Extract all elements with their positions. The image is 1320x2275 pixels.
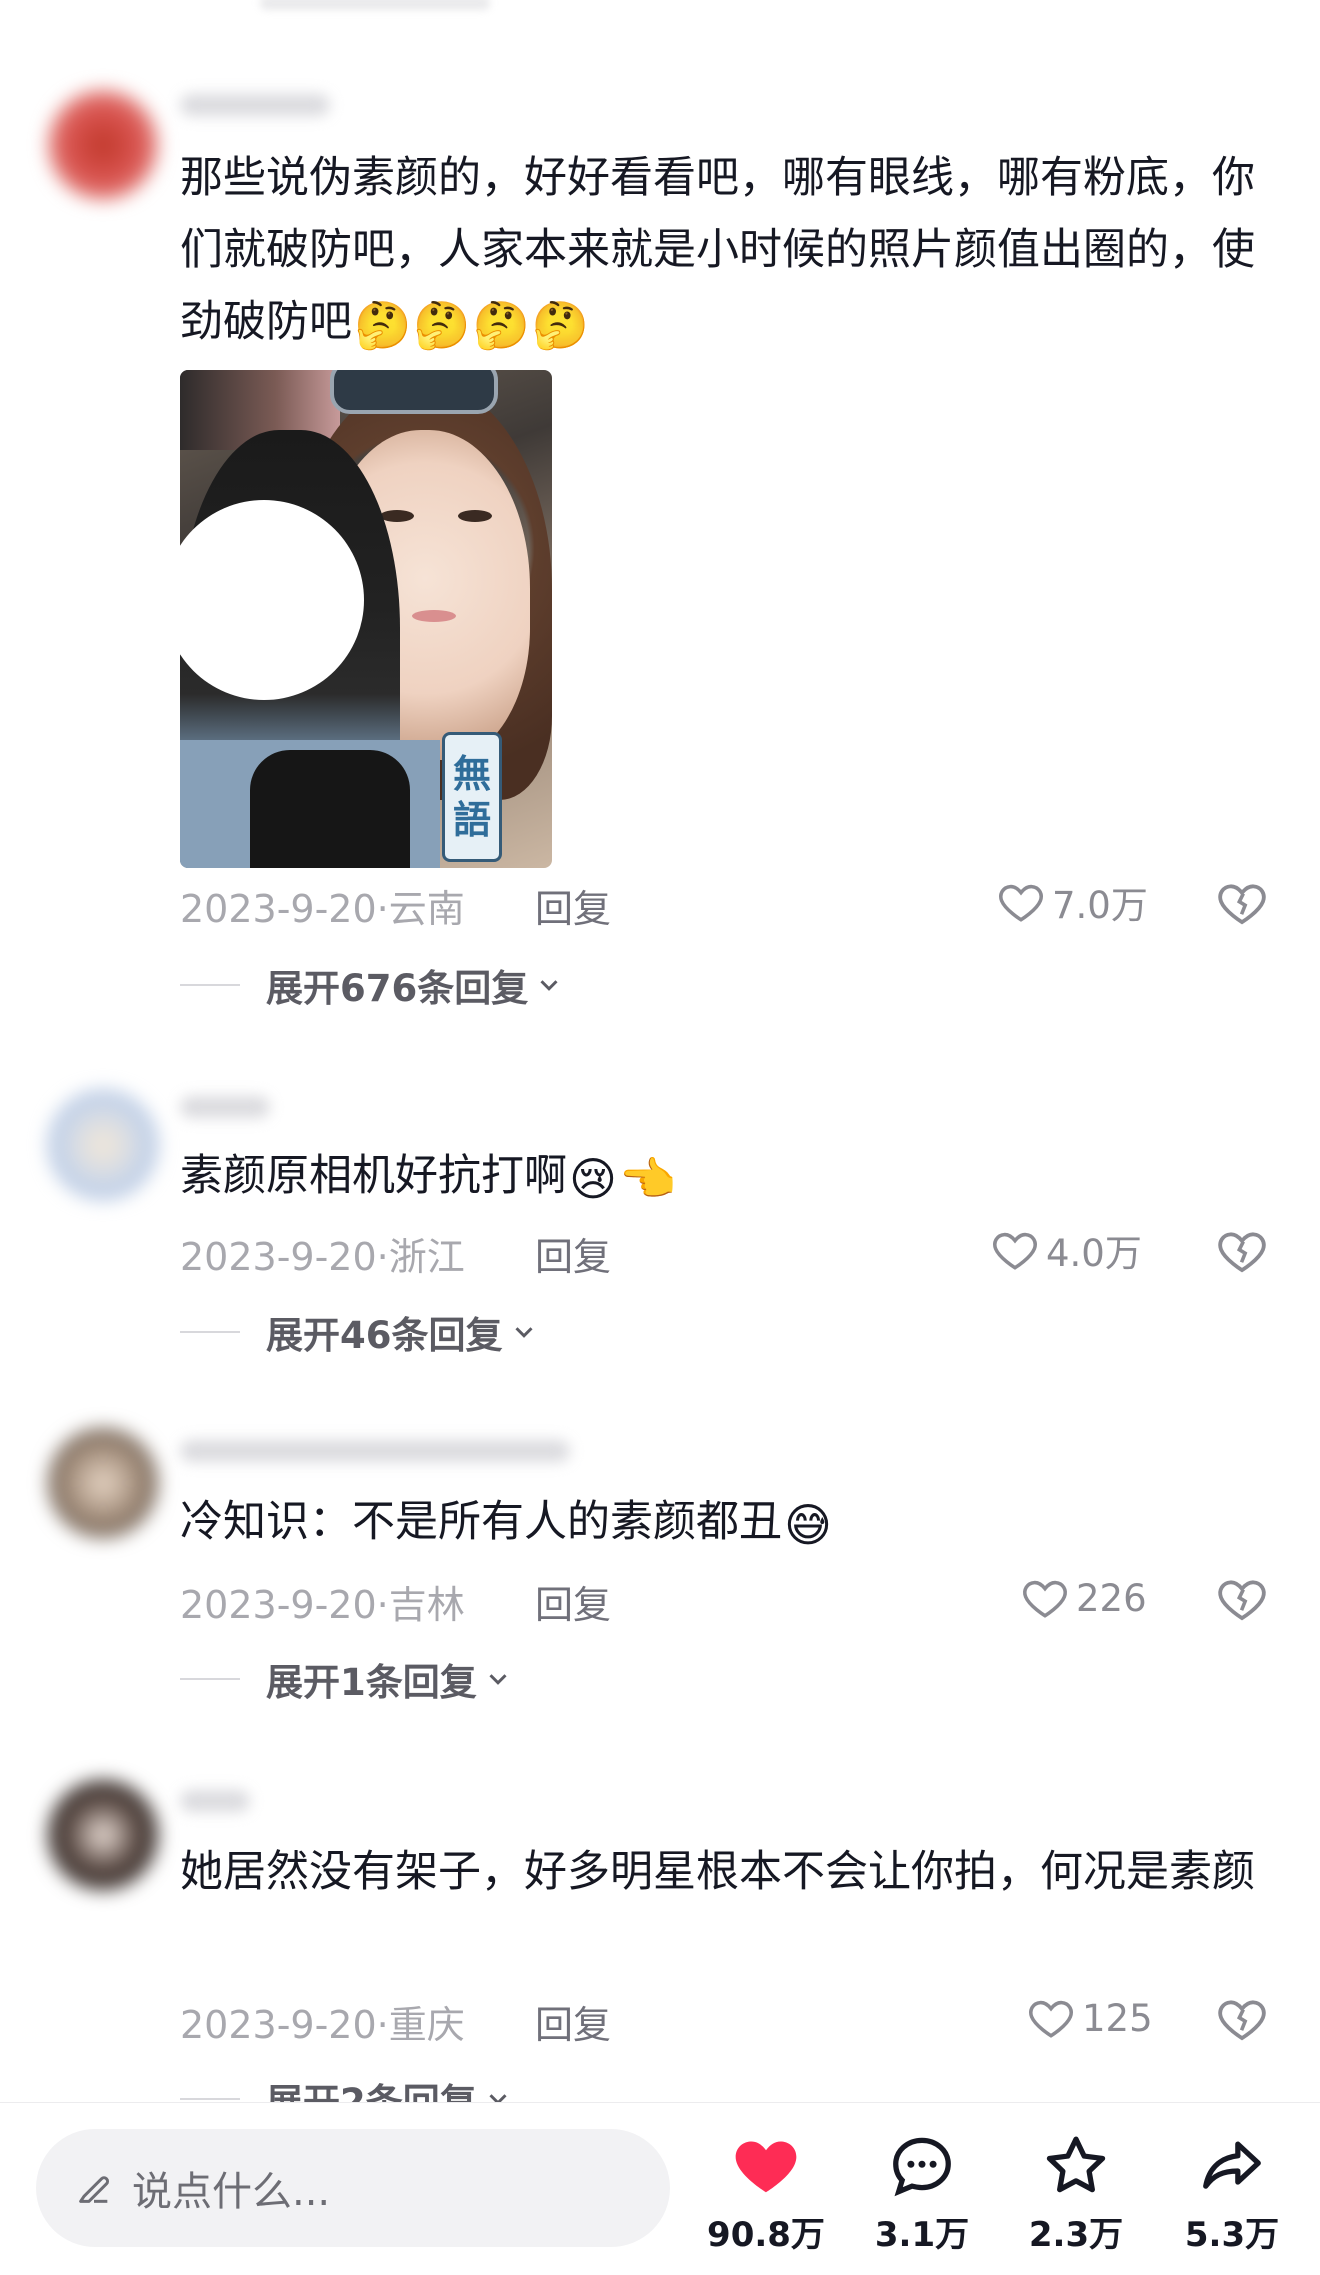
- divider-line: [180, 2098, 240, 2100]
- divider-line: [180, 984, 240, 986]
- photo-eye: [380, 510, 414, 522]
- username[interactable]: [180, 1440, 570, 1462]
- comment-meta: 2023-9-20·浙江: [180, 1235, 465, 1279]
- pointing-hand-emoji-icon: 👈: [618, 1151, 677, 1206]
- chevron-down-icon: [514, 1327, 533, 1338]
- comment-text-content: 她居然没有架子，好多明星根本不会让你拍，何况是素颜: [180, 1847, 1255, 1897]
- reply-button[interactable]: 回复: [535, 1574, 611, 1629]
- thinking-emoji-icon: 🤔: [531, 297, 590, 352]
- like-button[interactable]: 7.0万: [996, 872, 1148, 932]
- expand-replies-label: 展开46条回复: [266, 1314, 503, 1357]
- share-count: 5.3万: [1184, 2215, 1280, 2255]
- comment-image[interactable]: 無 語: [180, 370, 552, 868]
- photo-shirt-dark: [250, 750, 410, 868]
- comment-date: 2023-9-20: [180, 1583, 377, 1627]
- comment-text-content: 素颜原相机好抗打啊: [180, 1151, 567, 1201]
- username[interactable]: [180, 94, 330, 116]
- comment-input[interactable]: 说点什么...: [36, 2129, 670, 2247]
- share-action[interactable]: 5.3万: [1172, 2131, 1292, 2256]
- comment-date: 2023-9-20: [180, 887, 377, 931]
- expand-replies-label: 展开676条回复: [266, 967, 529, 1010]
- thinking-emoji-icon: 🤔: [354, 297, 412, 352]
- favorite-count: 2.3万: [1028, 2215, 1124, 2255]
- dislike-broken-heart-icon[interactable]: [1215, 1572, 1269, 1626]
- comment-text-content: 那些说伪素颜的，好好看看吧，哪有眼线，哪有粉底，你们就破防吧，人家本来就是小时候…: [180, 153, 1255, 347]
- pencil-icon: [79, 2176, 110, 2203]
- chevron-down-icon: [540, 980, 558, 991]
- comment-text-content: 冷知识：不是所有人的素颜都丑: [180, 1497, 782, 1547]
- heart-outline-icon: [1023, 1580, 1067, 1618]
- comment-meta: 2023-9-20·云南: [180, 887, 465, 931]
- input-placeholder: 说点什么...: [132, 2169, 331, 2215]
- heart-outline-icon: [1029, 2000, 1073, 2038]
- comment-text: 她居然没有架子，好多明星根本不会让你拍，何况是素颜: [180, 1836, 1260, 1908]
- like-count: 4.0万: [1046, 1232, 1142, 1275]
- like-count: 125: [1082, 1996, 1153, 2040]
- photo-lip: [412, 610, 456, 622]
- heart-filled-icon: [735, 2141, 797, 2193]
- comment-meta: 2023-9-20·重庆: [180, 2003, 465, 2047]
- avatar[interactable]: [48, 1090, 158, 1200]
- avatar[interactable]: [48, 1428, 158, 1538]
- comment-action[interactable]: 3.1万: [862, 2131, 982, 2256]
- heart-outline-icon: [999, 884, 1043, 922]
- comment-region: 浙江: [388, 1235, 465, 1279]
- expand-replies-button[interactable]: 展开46条回复: [180, 1305, 539, 1359]
- share-arrow-icon: [1203, 2141, 1261, 2189]
- like-count: 7.0万: [1052, 884, 1148, 927]
- like-count: 226: [1076, 1576, 1147, 1620]
- comment-region: 云南: [388, 887, 465, 931]
- chevron-down-icon: [489, 1674, 507, 1685]
- comment-region: 吉林: [388, 1583, 465, 1627]
- comment-date: 2023-9-20: [180, 2003, 377, 2047]
- comment-date: 2023-9-20: [180, 1235, 377, 1279]
- like-button[interactable]: 125: [1026, 1988, 1153, 2048]
- thinking-emoji-icon: 🤔: [472, 297, 530, 352]
- expand-replies-label: 展开1条回复: [266, 1661, 477, 1704]
- bottom-action-bar: 说点什么... 90.8万 3.1万 2.3万 5.3万: [0, 2102, 1320, 2275]
- sweat-smile-emoji-icon: 😅: [784, 1497, 832, 1552]
- wuyu-sticker: 無 語: [442, 732, 502, 862]
- expand-replies-button[interactable]: 展开676条回复: [180, 958, 564, 1012]
- comment-text: 冷知识：不是所有人的素颜都丑😅: [180, 1486, 1260, 1558]
- like-action[interactable]: 90.8万: [706, 2131, 826, 2256]
- like-button[interactable]: 226: [1020, 1568, 1147, 1628]
- comment-text: 素颜原相机好抗打啊😢👈: [180, 1140, 1260, 1212]
- truncated-previous-text: [260, 0, 490, 10]
- reply-button[interactable]: 回复: [535, 1994, 611, 2049]
- like-count: 90.8万: [707, 2215, 825, 2255]
- avatar[interactable]: [48, 1780, 158, 1890]
- photo-sunglasses: [330, 370, 498, 414]
- dislike-broken-heart-icon[interactable]: [1215, 1224, 1269, 1278]
- divider-line: [180, 1678, 240, 1680]
- avatar[interactable]: [48, 90, 158, 200]
- comment-text: 那些说伪素颜的，好好看看吧，哪有眼线，哪有粉底，你们就破防吧，人家本来就是小时候…: [180, 142, 1260, 358]
- username[interactable]: [180, 1790, 250, 1812]
- dislike-broken-heart-icon[interactable]: [1215, 1992, 1269, 2046]
- comment-count: 3.1万: [874, 2215, 970, 2255]
- like-button[interactable]: 4.0万: [990, 1220, 1142, 1280]
- dislike-broken-heart-icon[interactable]: [1215, 876, 1269, 930]
- thinking-emoji-icon: 🤔: [413, 297, 471, 352]
- comment-bubble-icon: [893, 2137, 951, 2197]
- star-icon: [1046, 2136, 1106, 2193]
- comment-meta: 2023-9-20·吉林: [180, 1583, 465, 1627]
- photo-eye: [458, 510, 492, 522]
- comment-region: 重庆: [388, 2003, 465, 2047]
- crying-emoji-icon: 😢: [569, 1151, 617, 1206]
- sticker-char: 無: [452, 752, 491, 796]
- reply-button[interactable]: 回复: [535, 1226, 611, 1281]
- heart-outline-icon: [993, 1232, 1037, 1270]
- username[interactable]: [180, 1096, 270, 1118]
- divider-line: [180, 1331, 240, 1333]
- sticker-char: 語: [452, 798, 491, 842]
- reply-button[interactable]: 回复: [535, 878, 611, 933]
- expand-replies-button[interactable]: 展开1条回复: [180, 1652, 513, 1706]
- favorite-action[interactable]: 2.3万: [1016, 2131, 1136, 2256]
